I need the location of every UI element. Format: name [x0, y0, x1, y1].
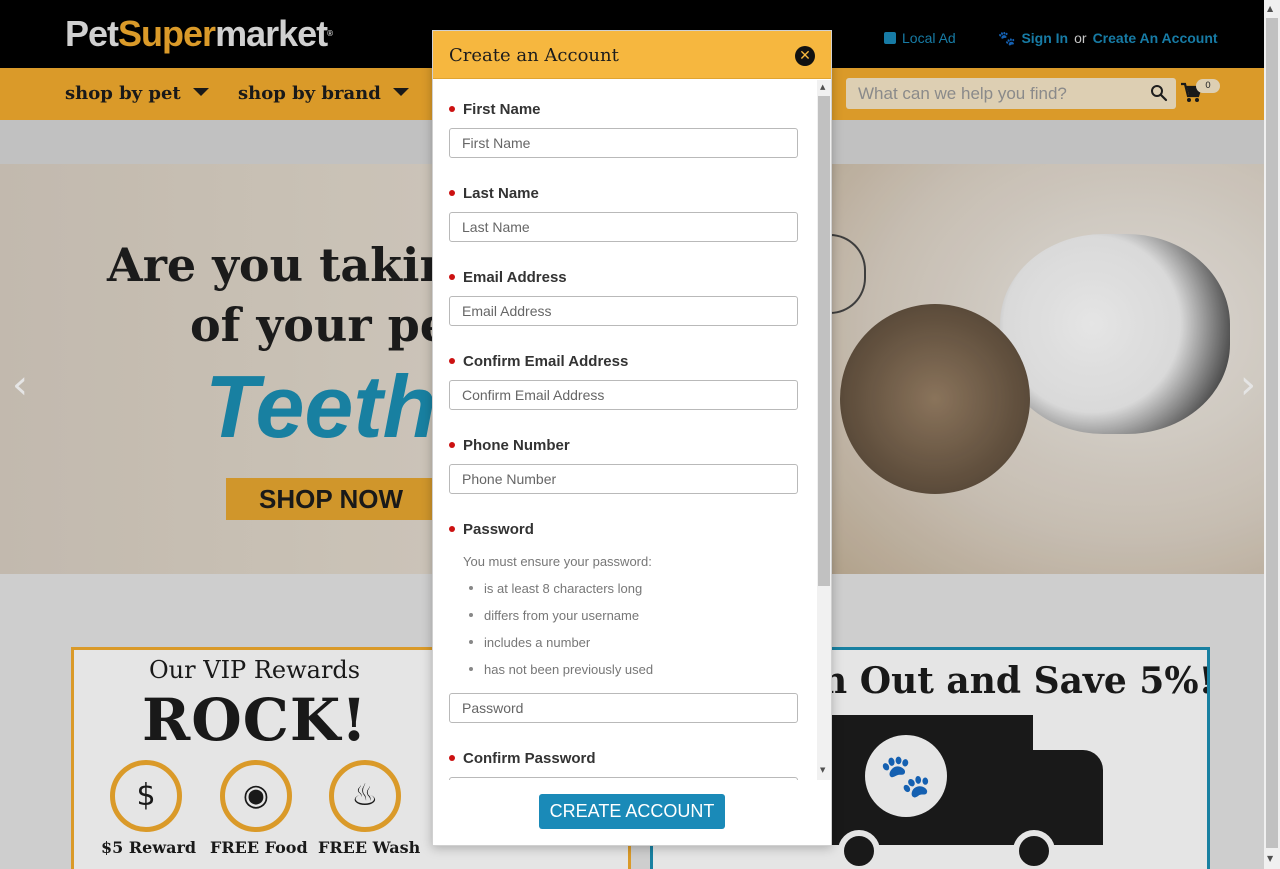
page-scrollbar[interactable]: ▲ ▼: [1264, 0, 1280, 869]
email-label: Email Address: [449, 269, 567, 286]
modal-header: Create an Account ✕: [433, 31, 831, 79]
required-indicator: [449, 442, 455, 448]
first-name-label: First Name: [449, 101, 541, 118]
email-label-text: Email Address: [463, 269, 567, 286]
confirm-email-field[interactable]: [449, 380, 798, 410]
page-scroll-thumb[interactable]: [1266, 18, 1278, 848]
scroll-up-icon[interactable]: ▲: [1267, 4, 1273, 13]
last-name-label-text: Last Name: [463, 185, 539, 202]
email-field[interactable]: [449, 296, 798, 326]
first-name-label-text: First Name: [463, 101, 541, 118]
required-indicator: [449, 755, 455, 761]
required-indicator: [449, 190, 455, 196]
last-name-label: Last Name: [449, 185, 539, 202]
create-account-button[interactable]: CREATE ACCOUNT: [539, 794, 725, 829]
scroll-down-icon[interactable]: ▼: [820, 766, 825, 774]
password-rule: includes a number: [469, 635, 590, 650]
modal-title: Create an Account: [449, 45, 619, 66]
confirm-password-label-text: Confirm Password: [463, 750, 596, 767]
phone-field[interactable]: [449, 464, 798, 494]
confirm-email-label: Confirm Email Address: [449, 353, 628, 370]
password-rule-text: differs from your username: [484, 608, 640, 623]
scroll-up-icon[interactable]: ▲: [820, 83, 825, 91]
password-label: Password: [449, 521, 534, 538]
last-name-field[interactable]: [449, 212, 798, 242]
create-account-modal: Create an Account ✕ First Name Last Name…: [432, 30, 832, 846]
password-rule-text: has not been previously used: [484, 662, 654, 677]
account-form: First Name Last Name Email Address Confi…: [433, 80, 831, 780]
phone-label-text: Phone Number: [463, 437, 570, 454]
bullet-icon: [469, 613, 473, 617]
confirm-password-label: Confirm Password: [449, 750, 596, 767]
password-label-text: Password: [463, 521, 534, 538]
form-scrollbar[interactable]: ▲ ▼: [817, 80, 831, 780]
bullet-icon: [469, 586, 473, 590]
password-rule: is at least 8 characters long: [469, 581, 642, 596]
password-rule: has not been previously used: [469, 662, 653, 677]
close-icon[interactable]: ✕: [795, 46, 815, 66]
phone-label: Phone Number: [449, 437, 570, 454]
required-indicator: [449, 274, 455, 280]
password-field[interactable]: [449, 693, 798, 723]
required-indicator: [449, 106, 455, 112]
bullet-icon: [469, 640, 473, 644]
confirm-email-label-text: Confirm Email Address: [463, 353, 629, 370]
password-rule: differs from your username: [469, 608, 639, 623]
scroll-down-icon[interactable]: ▼: [1267, 854, 1273, 863]
confirm-password-field[interactable]: [449, 777, 798, 780]
first-name-field[interactable]: [449, 128, 798, 158]
required-indicator: [449, 358, 455, 364]
bullet-icon: [469, 667, 473, 671]
required-indicator: [449, 526, 455, 532]
password-hint: You must ensure your password:: [463, 554, 652, 569]
password-rule-text: is at least 8 characters long: [484, 581, 643, 596]
form-scroll-thumb[interactable]: [818, 96, 830, 586]
password-rule-text: includes a number: [484, 635, 591, 650]
